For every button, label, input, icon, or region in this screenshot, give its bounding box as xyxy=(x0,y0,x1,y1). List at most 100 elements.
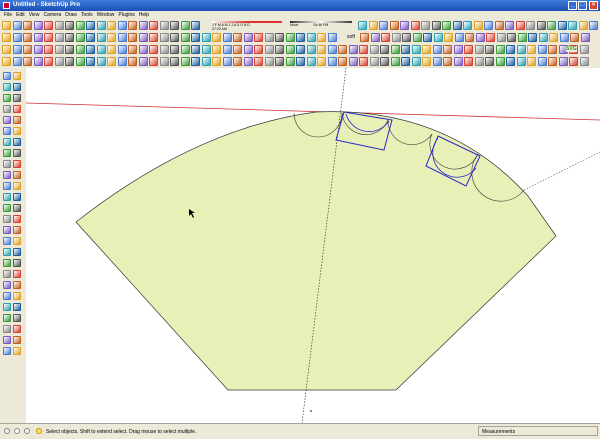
toolbar1-tool-icon[interactable] xyxy=(117,21,127,30)
toolbar1-tool-icon[interactable] xyxy=(442,21,451,30)
toolbar2-tool-icon[interactable] xyxy=(170,33,179,42)
toolbar3-tool-icon[interactable] xyxy=(180,45,190,54)
toolbar2-tool-icon[interactable] xyxy=(33,33,43,42)
toolbar4-tool-icon[interactable] xyxy=(149,57,158,66)
left-tool-icon[interactable] xyxy=(3,303,11,311)
toolbar1-tool-icon[interactable] xyxy=(2,21,11,30)
toolbar2-tool-icon[interactable] xyxy=(233,33,242,42)
toolbar1-tool-icon[interactable] xyxy=(494,21,504,30)
left-tool-icon[interactable] xyxy=(13,94,21,102)
toolbar4-tool-icon[interactable] xyxy=(86,57,95,66)
toolbar4-tool-icon[interactable] xyxy=(506,57,515,66)
toolbar4-tool-icon[interactable] xyxy=(327,57,337,66)
toolbar2-tool-icon[interactable] xyxy=(486,33,495,42)
toolbar4-tool-icon[interactable] xyxy=(485,57,494,66)
left-tool-icon[interactable] xyxy=(13,336,21,344)
toolbar4-tool-icon[interactable] xyxy=(75,57,85,66)
toolbar4-tool-icon[interactable] xyxy=(65,57,74,66)
toolbar1-tool-icon[interactable] xyxy=(505,21,514,30)
toolbar3-tool-icon[interactable] xyxy=(149,45,158,54)
toolbar2-tool-icon[interactable] xyxy=(306,33,316,42)
toolbar2-tool-icon[interactable] xyxy=(65,33,74,42)
left-tool-icon[interactable] xyxy=(13,347,21,355)
toolbar3-tool-icon[interactable] xyxy=(12,45,22,54)
toolbar3-tool-icon[interactable] xyxy=(516,45,526,54)
toolbar1-tool-icon[interactable] xyxy=(128,21,137,30)
toolbar4-tool-icon[interactable] xyxy=(107,57,116,66)
toolbar4-tool-icon[interactable] xyxy=(117,57,127,66)
toolbar1-tool-icon[interactable] xyxy=(452,21,462,30)
toolbar2-tool-icon[interactable] xyxy=(107,33,116,42)
toolbar4-tool-icon[interactable] xyxy=(138,57,148,66)
toolbar3-tool-icon[interactable] xyxy=(2,45,11,54)
toolbar3-tool-icon[interactable] xyxy=(159,45,169,54)
toolbar1-tool-icon[interactable] xyxy=(44,21,53,30)
soften-edges-button[interactable]: soft xyxy=(347,34,355,40)
menu-edit[interactable]: Edit xyxy=(16,12,25,18)
toolbar2-tool-icon[interactable] xyxy=(212,33,221,42)
toolbar2-tool-icon[interactable] xyxy=(264,33,274,42)
toolbar4-tool-icon[interactable] xyxy=(12,57,22,66)
toolbar1-tool-icon[interactable] xyxy=(170,21,179,30)
toolbar4-tool-icon[interactable] xyxy=(548,57,557,66)
menu-view[interactable]: View xyxy=(29,12,40,18)
toolbar2-tool-icon[interactable] xyxy=(580,33,590,42)
drawing-viewport[interactable] xyxy=(26,68,600,423)
toolbar4-tool-icon[interactable] xyxy=(380,57,389,66)
toolbar3-tool-icon[interactable] xyxy=(369,45,379,54)
toolbar2-tool-icon[interactable] xyxy=(475,33,485,42)
toolbar1-tool-icon[interactable] xyxy=(568,21,577,30)
left-tool-icon[interactable] xyxy=(3,149,11,157)
toolbar4-tool-icon[interactable] xyxy=(254,57,263,66)
left-tool-icon[interactable] xyxy=(3,259,11,267)
toolbar1-tool-icon[interactable] xyxy=(463,21,472,30)
measurements-box[interactable]: Measurements xyxy=(478,426,598,436)
toolbar2-tool-icon[interactable] xyxy=(465,33,474,42)
left-tool-icon[interactable] xyxy=(13,193,21,201)
toolbar1-tool-icon[interactable] xyxy=(12,21,22,30)
toolbar3-tool-icon[interactable] xyxy=(453,45,463,54)
toolbar2-tool-icon[interactable] xyxy=(549,33,558,42)
sector-face[interactable] xyxy=(75,111,557,391)
toolbar4-tool-icon[interactable] xyxy=(317,57,326,66)
toolbar3-tool-icon[interactable] xyxy=(327,45,337,54)
toolbar2-tool-icon[interactable] xyxy=(412,33,422,42)
left-tool-icon[interactable] xyxy=(3,138,11,146)
toolbar2-tool-icon[interactable] xyxy=(117,33,127,42)
maximize-button[interactable]: □ xyxy=(578,1,587,10)
toolbar3-tool-icon[interactable] xyxy=(138,45,148,54)
toolbar4-tool-icon[interactable] xyxy=(170,57,179,66)
toolbar3-tool-icon[interactable] xyxy=(359,45,368,54)
left-tool-icon[interactable] xyxy=(13,226,21,234)
toolbar1-tool-icon[interactable] xyxy=(389,21,399,30)
toolbar2-tool-icon[interactable] xyxy=(54,33,64,42)
left-tool-icon[interactable] xyxy=(13,325,21,333)
left-tool-icon[interactable] xyxy=(3,94,11,102)
toolbar1-tool-icon[interactable] xyxy=(536,21,546,30)
menu-window[interactable]: Window xyxy=(97,12,115,18)
help-icon[interactable] xyxy=(36,428,42,434)
left-tool-icon[interactable] xyxy=(3,116,11,124)
toolbar3-tool-icon[interactable] xyxy=(75,45,85,54)
left-tool-icon[interactable] xyxy=(3,127,11,135)
toolbar1-tool-icon[interactable] xyxy=(96,21,106,30)
toolbar4-tool-icon[interactable] xyxy=(411,57,421,66)
toolbar3-tool-icon[interactable] xyxy=(537,45,547,54)
toolbar4-tool-icon[interactable] xyxy=(54,57,64,66)
toolbar4-tool-icon[interactable] xyxy=(338,57,347,66)
toolbar1-tool-icon[interactable] xyxy=(180,21,190,30)
toolbar2-tool-icon[interactable] xyxy=(128,33,137,42)
toolbar4-tool-icon[interactable] xyxy=(306,57,316,66)
toolbar3-tool-icon[interactable] xyxy=(275,45,284,54)
left-tool-icon[interactable] xyxy=(3,314,11,322)
toolbar1-tool-icon[interactable] xyxy=(191,21,200,30)
toolbar2-tool-icon[interactable] xyxy=(44,33,53,42)
toolbar2-tool-icon[interactable] xyxy=(285,33,295,42)
toolbar1-tool-icon[interactable] xyxy=(400,21,409,30)
left-tool-icon[interactable] xyxy=(13,215,21,223)
left-tool-icon[interactable] xyxy=(3,72,11,80)
toolbar3-tool-icon[interactable] xyxy=(201,45,211,54)
toolbar3-tool-icon[interactable] xyxy=(390,45,400,54)
instructor-icon[interactable] xyxy=(24,428,30,434)
toolbar2-tool-icon[interactable] xyxy=(559,33,569,42)
